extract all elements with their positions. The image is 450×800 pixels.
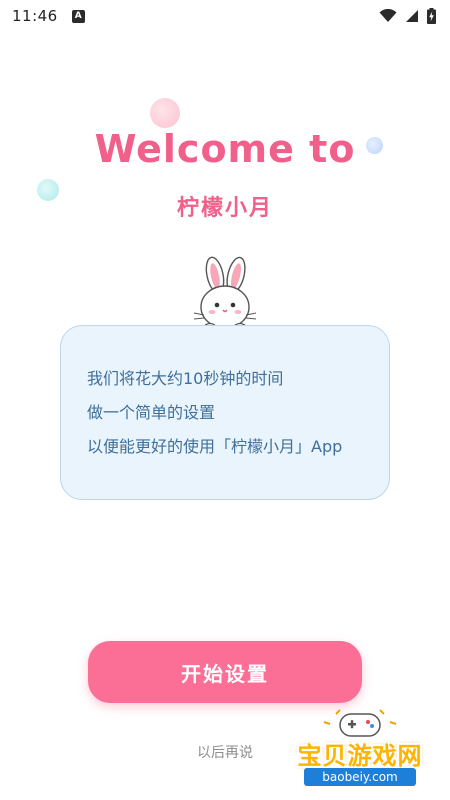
info-line: 做一个简单的设置: [87, 403, 216, 422]
info-card: 我们将花大约10秒钟的时间 做一个简单的设置 以便能更好的使用「柠檬小月」App: [60, 325, 390, 500]
watermark-url: baobeiy.com: [304, 768, 416, 786]
status-right: [379, 8, 436, 24]
wifi-icon: [379, 9, 397, 22]
watermark-text: 宝贝游戏网: [297, 742, 423, 770]
start-setup-button[interactable]: 开始设置: [88, 641, 362, 703]
signal-icon: [406, 10, 418, 22]
bunny-mascot-icon: [193, 256, 257, 334]
battery-charging-icon: [427, 8, 436, 24]
info-line: 我们将花大约10秒钟的时间: [87, 369, 284, 388]
later-link[interactable]: 以后再说: [185, 742, 265, 762]
app-name-title: 柠檬小月: [176, 196, 273, 221]
decor-bubble-pink: [150, 98, 180, 128]
a-badge-icon: A: [71, 9, 85, 23]
welcome-title: Welcome to: [94, 127, 356, 171]
status-time: 11:46: [12, 7, 58, 25]
info-line: 以便能更好的使用「柠檬小月」App: [87, 437, 343, 456]
status-bar: 11:46 A: [0, 0, 450, 32]
status-left: 11:46 A: [12, 7, 85, 25]
watermark: 宝贝游戏网 baobeiy.com: [270, 708, 450, 800]
